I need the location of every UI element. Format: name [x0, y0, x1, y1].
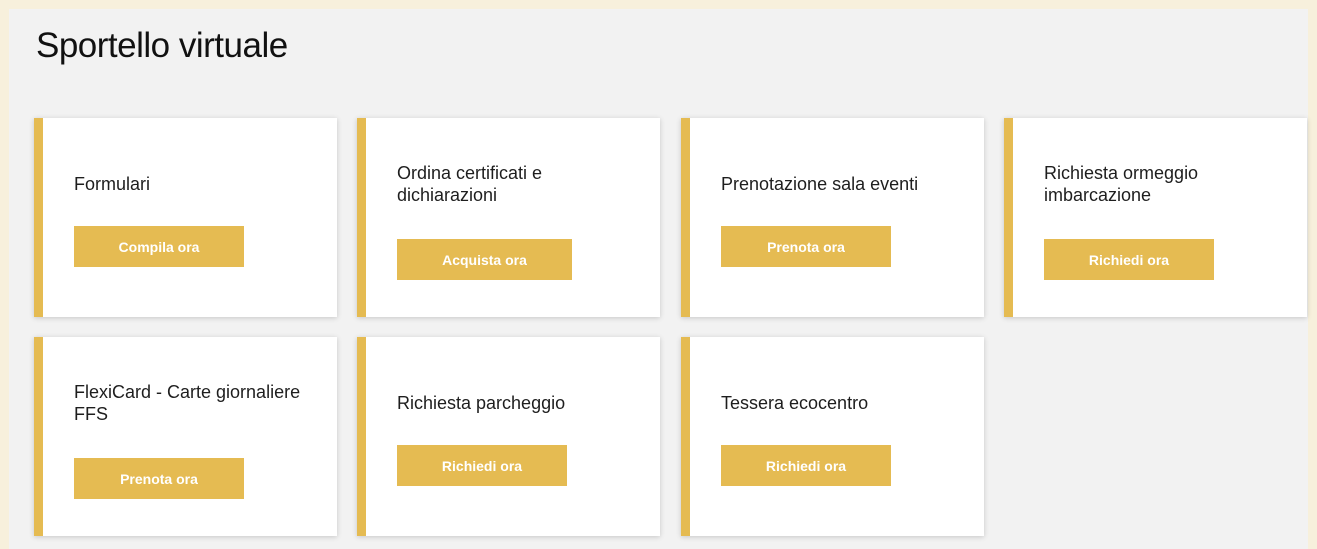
richiedi-ora-button[interactable]: Richiedi ora [397, 445, 567, 486]
prenota-ora-button[interactable]: Prenota ora [74, 458, 244, 499]
card-title: Prenotazione sala eventi [721, 174, 919, 194]
main-panel: Sportello virtuale Formulari Compila ora… [9, 9, 1308, 549]
service-card-formulari: Formulari Compila ora [34, 118, 337, 317]
page-title: Sportello virtuale [36, 26, 288, 65]
service-card-sala-eventi: Prenotazione sala eventi Prenota ora [681, 118, 984, 317]
richiedi-ora-button[interactable]: Richiedi ora [721, 445, 891, 486]
service-card-flexicard: FlexiCard - Carte giornaliere FFS Prenot… [34, 337, 337, 536]
service-card-parcheggio: Richiesta parcheggio Richiedi ora [357, 337, 660, 536]
card-title: Formulari [74, 174, 151, 194]
card-title: Richiesta parcheggio [397, 393, 566, 413]
card-title: FlexiCard - Carte giornaliere FFS [74, 382, 301, 424]
acquista-ora-button[interactable]: Acquista ora [397, 239, 572, 280]
service-card-certificati: Ordina certificati e dichiarazioni Acqui… [357, 118, 660, 317]
compila-ora-button[interactable]: Compila ora [74, 226, 244, 267]
card-accent-bar [681, 118, 690, 317]
card-title: Ordina certificati e dichiarazioni [397, 163, 543, 205]
card-accent-bar [681, 337, 690, 536]
card-accent-bar [357, 118, 366, 317]
prenota-ora-button[interactable]: Prenota ora [721, 226, 891, 267]
card-accent-bar [1004, 118, 1013, 317]
card-accent-bar [357, 337, 366, 536]
card-title: Tessera ecocentro [721, 393, 869, 413]
card-title: Richiesta ormeggio imbarcazione [1044, 163, 1199, 205]
card-accent-bar [34, 118, 43, 317]
card-accent-bar [34, 337, 43, 536]
richiedi-ora-button[interactable]: Richiedi ora [1044, 239, 1214, 280]
service-card-ecocentro: Tessera ecocentro Richiedi ora [681, 337, 984, 536]
service-card-ormeggio: Richiesta ormeggio imbarcazione Richiedi… [1004, 118, 1307, 317]
